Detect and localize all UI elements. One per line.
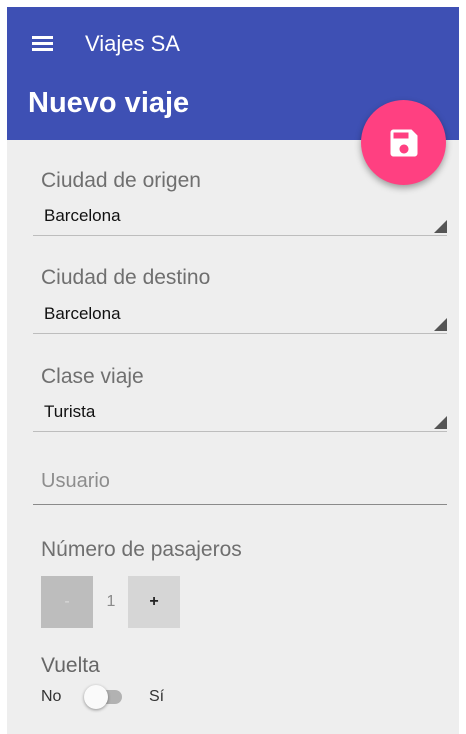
dropdown-arrow-icon [434,318,447,331]
origin-select[interactable]: Barcelona [33,199,447,236]
destination-select-value: Barcelona [44,304,121,323]
passengers-value: 1 [106,593,116,610]
class-select[interactable]: Turista [33,395,447,432]
save-icon [390,129,417,156]
dropdown-arrow-icon [434,220,447,233]
page-title: Nuevo viaje [28,87,190,119]
origin-label: Ciudad de origen [41,169,201,192]
dropdown-arrow-icon [434,416,447,429]
return-label: Vuelta [41,654,100,677]
menu-icon[interactable] [32,36,53,52]
return-on-text: Sí [149,688,165,705]
user-field [33,463,447,505]
save-button[interactable] [361,100,446,185]
app-title: Viajes SA [85,31,180,56]
toggle-thumb [84,685,108,709]
user-input[interactable] [41,465,441,497]
class-select-value: Turista [44,402,96,421]
return-off-text: No [41,688,62,705]
passengers-label: Número de pasajeros [41,538,242,561]
class-label: Clase viaje [41,365,144,388]
decrement-button[interactable]: - [41,576,93,628]
destination-select[interactable]: Barcelona [33,297,447,334]
return-toggle[interactable] [84,685,126,709]
origin-select-value: Barcelona [44,206,121,225]
app-screen: Viajes SA Nuevo viaje Ciudad de origen B… [7,7,459,734]
increment-button[interactable]: + [128,576,180,628]
destination-label: Ciudad de destino [41,266,211,289]
